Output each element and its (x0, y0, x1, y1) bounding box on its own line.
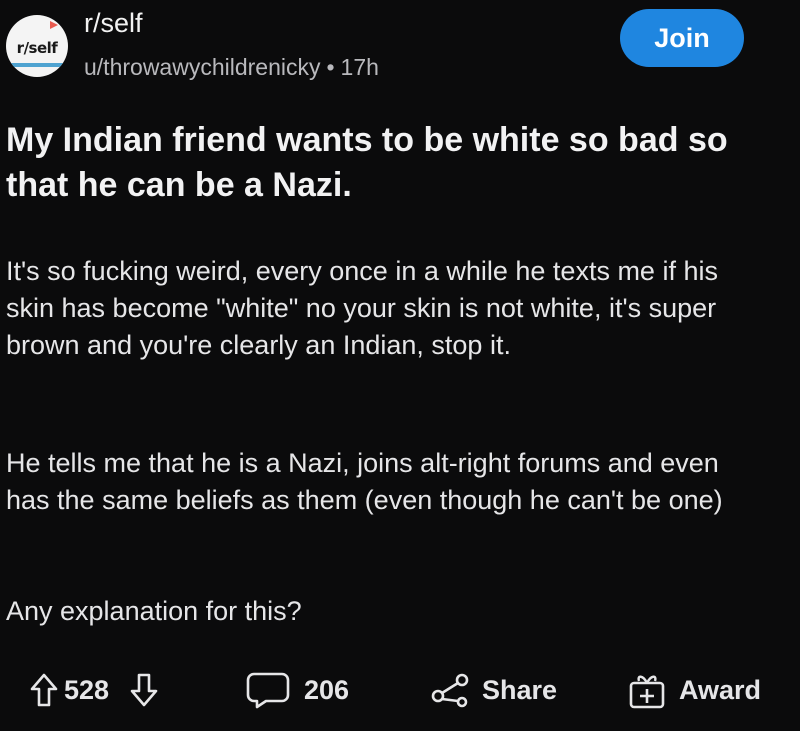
arrow-down-icon[interactable] (130, 660, 158, 720)
avatar-flag-decoration (50, 21, 58, 29)
post-body-paragraph: He tells me that he is a Nazi, joins alt… (6, 448, 723, 515)
meta-separator: • (326, 54, 335, 80)
post-header: r/self r/self u/throwawychildrenicky • 17h… (0, 0, 800, 100)
post-meta: u/throwawychildrenicky • 17h (84, 54, 379, 81)
subreddit-avatar[interactable]: r/self (6, 15, 68, 77)
post-body-paragraph: Any explanation for this? (6, 596, 302, 626)
avatar-stripe-decoration (6, 63, 68, 67)
arrow-up-icon[interactable] (30, 660, 58, 720)
post-time: 17h (340, 54, 379, 80)
post-action-bar: 528 206 Share Award (0, 660, 800, 720)
post-body-paragraph: It's so fucking weird, every once in a w… (6, 256, 718, 360)
share-label: Share (482, 674, 558, 705)
comments-button[interactable]: 206 (246, 660, 349, 720)
subreddit-name-link[interactable]: r/self (84, 8, 143, 39)
gift-box-icon (627, 671, 667, 709)
author-link[interactable]: u/throwawychildrenicky (84, 54, 320, 80)
share-button[interactable]: Share (430, 660, 557, 720)
avatar-logo-text: r/self (16, 39, 58, 57)
post-title[interactable]: My Indian friend wants to be white so ba… (6, 118, 766, 208)
share-icon (430, 672, 470, 708)
award-label: Award (679, 674, 762, 705)
award-button[interactable]: Award (627, 660, 761, 720)
vote-count: 528 (64, 674, 110, 705)
comment-count: 206 (304, 674, 350, 705)
comment-bubble-icon (246, 671, 290, 709)
join-button[interactable]: Join (620, 9, 744, 67)
